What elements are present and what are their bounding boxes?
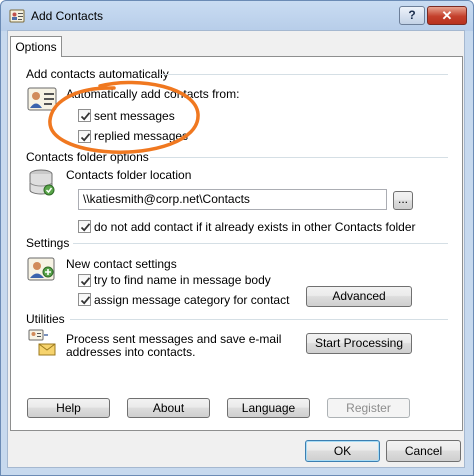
find-name-label[interactable]: try to find name in message body (94, 273, 271, 287)
sent-messages-checkbox[interactable] (78, 109, 91, 122)
skip-existing-label[interactable]: do not add contact if it already exists … (94, 220, 416, 234)
utilities-description-line2: addresses into contacts. (66, 345, 196, 359)
section-rule-folder (150, 157, 448, 158)
tab-options[interactable]: Options (10, 36, 62, 57)
window-title: Add Contacts (31, 9, 104, 23)
browse-folder-button[interactable]: ... (393, 191, 413, 210)
section-heading-utilities: Utilities (26, 312, 65, 326)
register-button: Register (327, 398, 410, 418)
start-processing-button[interactable]: Start Processing (306, 333, 412, 354)
find-name-checkbox[interactable] (78, 274, 91, 287)
utilities-description-line1: Process sent messages and save e-mail (66, 332, 282, 346)
title-bar[interactable]: Add Contacts ? ✕ (1, 1, 473, 31)
section-heading-settings: Settings (26, 236, 70, 250)
title-close-button[interactable]: ✕ (427, 6, 467, 25)
folder-location-label: Contacts folder location (66, 168, 192, 182)
section-heading-folder: Contacts folder options (26, 150, 149, 164)
section-rule-settings (73, 243, 448, 244)
replied-messages-label[interactable]: replied messages (94, 129, 188, 143)
ok-button[interactable]: OK (305, 440, 380, 462)
users-icon (27, 257, 55, 281)
new-contact-settings-label: New contact settings (66, 257, 177, 271)
mail-processing-icon (28, 329, 56, 356)
contact-card-icon (27, 87, 57, 111)
help-button[interactable]: Help (27, 398, 110, 418)
assign-category-label[interactable]: assign message category for contact (94, 293, 289, 307)
about-button[interactable]: About (127, 398, 210, 418)
auto-add-label: Automatically add contacts from: (66, 87, 240, 101)
sent-messages-label[interactable]: sent messages (94, 109, 175, 123)
language-button[interactable]: Language (227, 398, 310, 418)
section-heading-auto: Add contacts automatically (26, 67, 169, 81)
database-icon (29, 169, 55, 196)
assign-category-checkbox[interactable] (78, 293, 91, 306)
replied-messages-checkbox[interactable] (78, 130, 91, 143)
section-rule-utilities (70, 319, 448, 320)
advanced-button[interactable]: Advanced (306, 286, 412, 307)
cancel-button[interactable]: Cancel (386, 440, 461, 462)
section-rule-auto (160, 74, 448, 75)
skip-existing-checkbox[interactable] (78, 220, 91, 233)
title-help-button[interactable]: ? (399, 6, 425, 25)
contact-card-icon (9, 9, 25, 23)
folder-location-input[interactable]: \\katiesmith@corp.net\Contacts (78, 189, 387, 210)
